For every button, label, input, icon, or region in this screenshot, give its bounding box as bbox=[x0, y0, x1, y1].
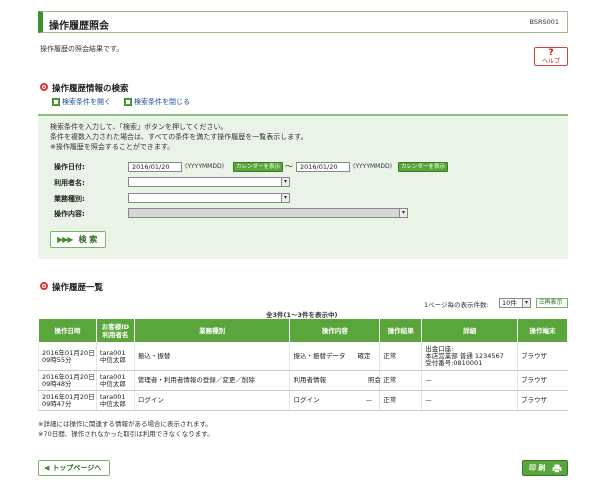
cell-datetime: 2016年01月20日 09時55分 bbox=[38, 342, 97, 371]
cell-detail: — bbox=[421, 370, 518, 391]
back-arrow-icon: ◀ bbox=[44, 464, 50, 472]
calendar-to-button[interactable]: カレンダーを表示 bbox=[398, 162, 449, 172]
cell-terminal: ブラウザ bbox=[517, 390, 568, 411]
content-label: 操作内容: bbox=[54, 210, 85, 218]
page-header: 操作履歴照会 BSRS001 bbox=[38, 11, 568, 33]
note-1: ※詳細には操作に関連する情報がある場合に表示されます。 bbox=[38, 420, 212, 428]
chevron-down-icon: ▾ bbox=[522, 299, 530, 307]
category-select[interactable]: ▾ bbox=[128, 193, 290, 203]
cell-content: 振込・振替データ 確定 bbox=[289, 342, 380, 371]
redisplay-button[interactable]: ☰再表示 bbox=[536, 298, 568, 308]
table-row: 2016年01月20日 09時55分 tara001 中信太郎 振込・振替 振込・振… bbox=[38, 342, 568, 371]
screen-code: BSRS001 bbox=[529, 18, 559, 26]
cell-result: 正常 bbox=[379, 390, 422, 411]
cell-detail: — bbox=[421, 390, 518, 411]
triple-arrow-icon: ▶▶▶ bbox=[57, 235, 74, 244]
expand-icon bbox=[52, 98, 60, 106]
help-label: ヘルプ bbox=[541, 58, 560, 65]
help-icon: ? bbox=[548, 48, 554, 58]
col-datetime: 操作日時 bbox=[38, 318, 97, 343]
date-label: 操作日付: bbox=[54, 163, 85, 171]
cell-detail: 出金口座: 本店営業部 普通 1234567 受付番号:0810001 bbox=[421, 342, 518, 371]
cell-result: 正常 bbox=[379, 370, 422, 391]
intro-text: 操作履歴の照会結果です。 bbox=[40, 45, 124, 53]
date-from-input[interactable]: 2016/01/20 bbox=[128, 162, 182, 172]
cell-datetime: 2016年01月20日 09時48分 bbox=[38, 370, 97, 391]
table-row: 2016年01月20日 09時47分 tara001 中信太郎 ログイン ログイン —… bbox=[38, 390, 568, 411]
col-user: お客様ID 利用者名 bbox=[95, 318, 135, 343]
collapse-icon bbox=[124, 98, 132, 106]
search-button[interactable]: ▶▶▶ 検 索 bbox=[50, 231, 106, 248]
date-to-input[interactable]: 2016/01/20 bbox=[296, 162, 350, 172]
content-select[interactable]: ▾ bbox=[128, 208, 408, 218]
print-button[interactable]: 印 刷 bbox=[522, 460, 568, 476]
per-page-select[interactable]: 10件 ▾ bbox=[499, 298, 531, 308]
cell-result: 正常 bbox=[379, 342, 422, 371]
chevron-down-icon: ▾ bbox=[399, 209, 407, 217]
search-section-title: 操作履歴情報の検索 bbox=[52, 84, 129, 94]
cell-terminal: ブラウザ bbox=[517, 342, 568, 371]
instruction-line-3: ※操作履歴を照会することができます。 bbox=[50, 143, 175, 151]
chevron-down-icon: ▾ bbox=[281, 194, 289, 202]
col-result: 操作結果 bbox=[379, 318, 423, 343]
open-search-conditions-link[interactable]: 検索条件を開く bbox=[52, 97, 111, 107]
results-section-title: 操作履歴一覧 bbox=[52, 283, 104, 293]
cell-user: tara001 中信太郎 bbox=[95, 390, 135, 411]
close-search-conditions-link[interactable]: 検索条件を閉じる bbox=[124, 97, 190, 107]
cell-category: 振込・振替 bbox=[133, 342, 290, 371]
cell-category: ログイン bbox=[133, 390, 290, 411]
page-title: 操作履歴照会 bbox=[49, 21, 109, 32]
calendar-from-button[interactable]: カレンダーを表示 bbox=[233, 162, 284, 172]
date-from-format: (YYYYMMDD) bbox=[185, 163, 224, 170]
history-table: 操作日時 お客様ID 利用者名 業務種別 操作内容 操作結果 詳細 操作端末 2… bbox=[38, 318, 568, 411]
cell-terminal: ブラウザ bbox=[517, 370, 568, 391]
top-page-button[interactable]: ◀ トップページへ bbox=[38, 460, 110, 476]
col-category: 業務種別 bbox=[133, 318, 291, 343]
cell-user: tara001 中信太郎 bbox=[95, 342, 135, 371]
section-bullet-icon bbox=[40, 83, 48, 91]
per-page-label: 1ページ毎の表示件数: bbox=[424, 301, 489, 309]
chevron-down-icon: ▾ bbox=[281, 178, 289, 186]
printer-icon bbox=[552, 464, 562, 473]
range-separator: 〜 bbox=[285, 162, 293, 171]
user-select[interactable]: ▾ bbox=[128, 177, 290, 187]
instruction-line-1: 検索条件を入力して、「検索」ボタンを押してください。 bbox=[50, 123, 228, 131]
cell-datetime: 2016年01月20日 09時47分 bbox=[38, 390, 97, 411]
col-content: 操作内容 bbox=[289, 318, 381, 343]
col-terminal: 操作端末 bbox=[517, 318, 568, 343]
instruction-line-2: 条件を複数入力された場合は、すべての条件を満たす操作履歴を一覧表示します。 bbox=[50, 133, 308, 141]
date-to-format: (YYYYMMDD) bbox=[353, 163, 392, 170]
table-row: 2016年01月20日 09時48分 tara001 中信太郎 管理者・利用者情報の… bbox=[38, 370, 568, 391]
col-detail: 詳細 bbox=[421, 318, 519, 343]
note-2: ※70日間、操作されなかった取引は利用できなくなります。 bbox=[38, 430, 214, 438]
cell-category: 管理者・利用者情報の登録／変更／削除 bbox=[133, 370, 290, 391]
help-button[interactable]: ? ヘルプ bbox=[534, 47, 568, 66]
section-bullet-icon bbox=[40, 282, 48, 290]
cell-content: ログイン — bbox=[289, 390, 380, 411]
cell-content: 利用者情報 照会 bbox=[289, 370, 381, 391]
user-label: 利用者名: bbox=[54, 179, 85, 187]
cell-user: tara001 中信太郎 bbox=[95, 370, 135, 391]
category-label: 業務種別: bbox=[54, 195, 85, 203]
